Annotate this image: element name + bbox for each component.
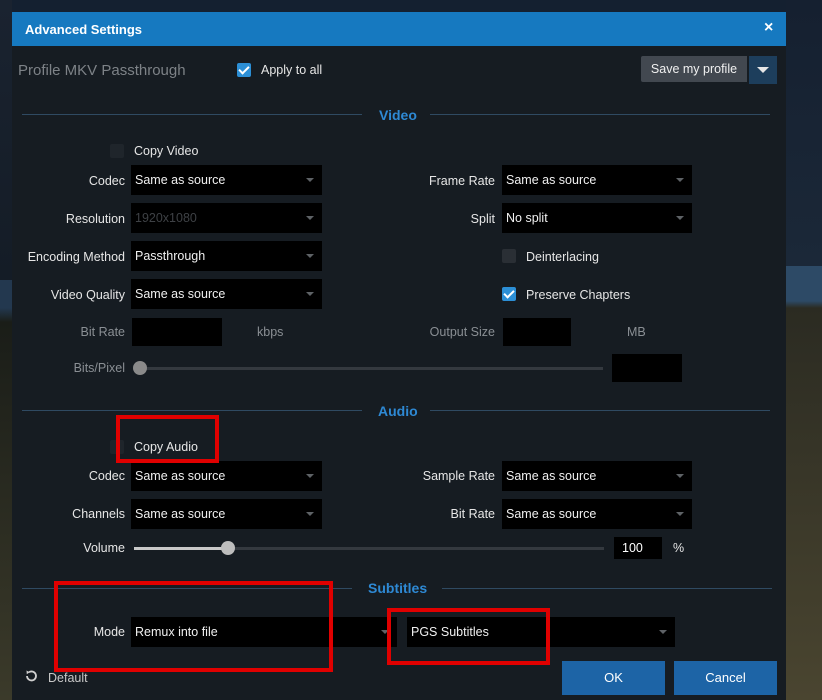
dropdown-caret-icon — [306, 254, 314, 258]
resolution-value: 1920x1080 — [135, 211, 197, 225]
video-quality-value: Same as source — [135, 287, 226, 301]
video-bitrate-unit: kbps — [257, 325, 284, 339]
profile-name-label: Profile MKV Passthrough — [18, 62, 186, 79]
annotation-highlight-subtitle-mode — [54, 581, 333, 672]
video-bitrate-label: Bit Rate — [80, 325, 125, 339]
sample-rate-select[interactable]: Same as source — [502, 461, 692, 491]
bits-per-pixel-slider-handle[interactable] — [133, 361, 147, 375]
channels-value: Same as source — [135, 507, 226, 521]
reset-icon[interactable] — [24, 669, 38, 683]
cancel-button[interactable]: Cancel — [674, 661, 777, 695]
background-app-left — [0, 0, 12, 700]
bits-per-pixel-input[interactable] — [612, 354, 682, 382]
bits-per-pixel-slider[interactable] — [139, 367, 603, 370]
video-section-title: Video — [379, 107, 417, 123]
section-divider — [442, 588, 772, 589]
section-divider — [22, 410, 362, 411]
title-bar: Advanced Settings × — [12, 12, 786, 46]
video-codec-label: Codec — [88, 174, 125, 188]
audio-codec-select[interactable]: Same as source — [131, 461, 322, 491]
dropdown-caret-icon — [306, 292, 314, 296]
apply-to-all-checkbox-icon[interactable] — [237, 63, 251, 77]
volume-input[interactable]: 100 — [614, 537, 662, 559]
audio-bitrate-select[interactable]: Same as source — [502, 499, 692, 529]
dropdown-caret-icon — [659, 630, 667, 634]
deinterlacing-label[interactable]: Deinterlacing — [526, 250, 599, 264]
frame-rate-label: Frame Rate — [429, 174, 495, 188]
background-strip-top — [0, 0, 822, 12]
audio-bitrate-label: Bit Rate — [450, 507, 495, 521]
close-icon[interactable]: × — [764, 19, 773, 37]
frame-rate-value: Same as source — [506, 173, 597, 187]
output-size-input[interactable] — [503, 318, 571, 346]
section-divider — [22, 114, 362, 115]
video-bitrate-input[interactable] — [132, 318, 222, 346]
dialog-title: Advanced Settings — [25, 22, 143, 37]
audio-bitrate-value: Same as source — [506, 507, 597, 521]
preserve-chapters-checkbox-icon[interactable] — [502, 287, 516, 301]
channels-label: Channels — [72, 507, 125, 521]
encoding-method-select[interactable]: Passthrough — [131, 241, 322, 271]
split-value: No split — [506, 211, 548, 225]
sample-rate-label: Sample Rate — [422, 469, 495, 483]
output-size-label: Output Size — [429, 325, 495, 339]
volume-slider-fill — [134, 547, 228, 550]
advanced-settings-dialog: Advanced Settings × Profile MKV Passthro… — [12, 12, 786, 700]
annotation-highlight-subtitle-track — [387, 608, 550, 665]
default-button[interactable]: Default — [48, 671, 88, 685]
background-app-right — [786, 0, 822, 700]
split-label: Split — [470, 212, 495, 226]
dropdown-caret-icon — [676, 512, 684, 516]
subtitles-section-title: Subtitles — [368, 580, 428, 596]
copy-video-label: Copy Video — [134, 144, 199, 158]
channels-select[interactable]: Same as source — [131, 499, 322, 529]
video-codec-value: Same as source — [135, 173, 226, 187]
encoding-method-label: Encoding Method — [27, 250, 125, 264]
save-profile-button[interactable]: Save my profile — [641, 56, 747, 82]
dropdown-caret-icon — [676, 178, 684, 182]
video-codec-select[interactable]: Same as source — [131, 165, 322, 195]
dropdown-caret-icon — [676, 216, 684, 220]
audio-codec-value: Same as source — [135, 469, 226, 483]
deinterlacing-checkbox-icon[interactable] — [502, 249, 516, 263]
annotation-highlight-copy-audio — [116, 415, 219, 463]
volume-unit: % — [673, 541, 685, 555]
resolution-select[interactable]: 1920x1080 — [131, 203, 322, 233]
encoding-method-value: Passthrough — [135, 249, 206, 263]
sample-rate-value: Same as source — [506, 469, 597, 483]
audio-codec-label: Codec — [88, 469, 125, 483]
ok-button[interactable]: OK — [562, 661, 665, 695]
copy-video-checkbox-icon[interactable] — [110, 144, 124, 158]
volume-slider-handle[interactable] — [221, 541, 235, 555]
audio-section-title: Audio — [378, 403, 418, 419]
video-quality-label: Video Quality — [50, 288, 125, 302]
chevron-down-icon — [757, 67, 769, 73]
video-quality-select[interactable]: Same as source — [131, 279, 322, 309]
dropdown-caret-icon — [676, 474, 684, 478]
section-divider — [430, 410, 770, 411]
volume-label: Volume — [83, 541, 125, 555]
bits-per-pixel-label: Bits/Pixel — [73, 361, 125, 375]
resolution-label: Resolution — [65, 212, 125, 226]
split-select[interactable]: No split — [502, 203, 692, 233]
section-divider — [430, 114, 770, 115]
preserve-chapters-label[interactable]: Preserve Chapters — [526, 288, 630, 302]
output-size-unit: MB — [627, 325, 646, 339]
save-profile-menu-button[interactable] — [749, 56, 777, 84]
frame-rate-select[interactable]: Same as source — [502, 165, 692, 195]
apply-to-all-label[interactable]: Apply to all — [261, 63, 322, 77]
